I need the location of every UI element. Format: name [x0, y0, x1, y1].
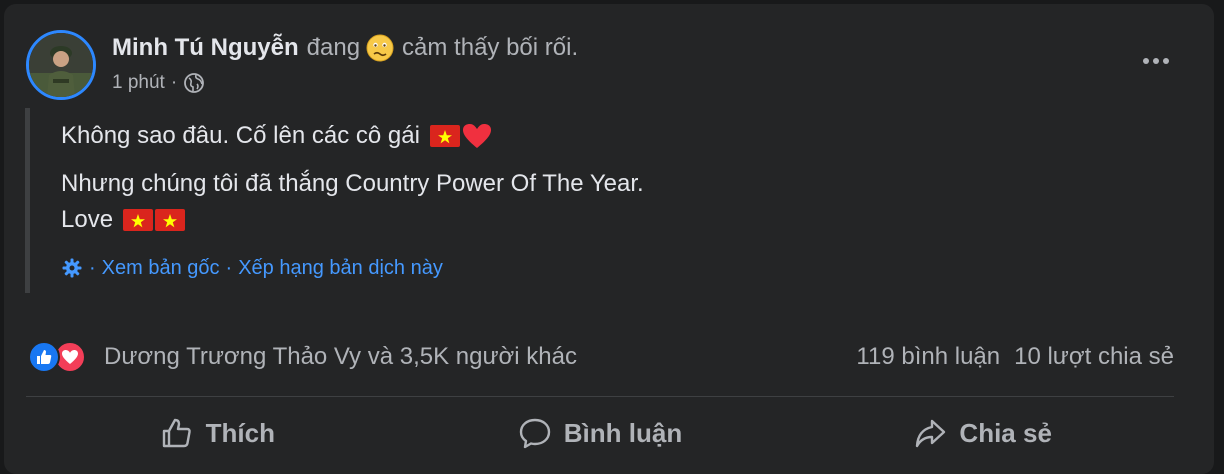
comment-button[interactable]: Bình luận	[409, 404, 792, 462]
translation-bar: · Xem bản gốc · Xếp hạng bản dịch này	[61, 254, 443, 282]
avatar-photo	[29, 33, 93, 97]
more-options-button[interactable]	[1138, 46, 1174, 76]
post-text-line-2: Nhưng chúng tôi đã thắng Country Power O…	[61, 168, 644, 200]
rate-translation-link[interactable]: Xếp hạng bản dịch này	[238, 257, 443, 280]
thumbs-up-icon	[160, 416, 194, 450]
globe-icon[interactable]	[183, 72, 205, 94]
vietnam-flag-icon	[429, 125, 460, 147]
ellipsis-icon	[1143, 58, 1169, 64]
vietnam-flag-icon	[155, 209, 186, 231]
share-count[interactable]: 10 lượt chia sẻ	[1014, 343, 1174, 371]
post-header: Minh Tú Nguyễn đang cảm thấy bối rối.	[112, 30, 578, 66]
meta-separator: ·	[170, 72, 178, 93]
post-text-line-1: Không sao đâu. Cố lên các cô gái	[61, 120, 492, 152]
translation-separator: ·	[225, 256, 233, 279]
vietnam-flag-icon	[123, 209, 154, 231]
reactions-text[interactable]: Dương Trương Thảo Vy và 3,5K người khác	[104, 343, 577, 371]
red-heart-icon	[462, 123, 492, 149]
translation-separator: ·	[89, 256, 96, 279]
like-button[interactable]: Thích	[26, 404, 409, 462]
comment-label: Bình luận	[563, 417, 683, 448]
feeling-text[interactable]: cảm thấy bối rối.	[402, 34, 578, 62]
post-card: Minh Tú Nguyễn đang cảm thấy bối rối. 1 …	[4, 4, 1214, 474]
like-reaction-icon	[28, 341, 60, 373]
post-text-line-3-text: Love	[61, 206, 114, 233]
share-label: Chia sẻ	[959, 417, 1052, 448]
post-text-line-1-text: Không sao đâu. Cố lên các cô gái	[61, 122, 420, 149]
confused-face-icon	[366, 34, 394, 62]
share-button[interactable]: Chia sẻ	[791, 404, 1174, 462]
action-divider	[26, 396, 1174, 397]
activity-verb: đang	[306, 34, 361, 61]
post-text-line-3: Love	[61, 204, 186, 236]
avatar[interactable]	[26, 30, 96, 100]
translation-settings-icon[interactable]	[61, 257, 83, 279]
view-original-link[interactable]: Xem bản gốc	[102, 257, 220, 280]
reaction-summary[interactable]: Dương Trương Thảo Vy và 3,5K người khác	[28, 339, 577, 375]
post-text-line-2-text: Nhưng chúng tôi đã thắng Country Power O…	[61, 170, 644, 197]
engagement-counts: 119 bình luận 10 lượt chia sẻ	[856, 339, 1174, 375]
comment-count[interactable]: 119 bình luận	[856, 343, 1000, 371]
timestamp[interactable]: 1 phút	[112, 72, 165, 94]
post-meta: 1 phút ·	[112, 70, 205, 96]
like-label: Thích	[205, 417, 275, 448]
translation-quote-bar	[25, 108, 30, 293]
comment-bubble-icon	[518, 416, 552, 450]
action-bar: Thích Bình luận Chia sẻ	[26, 404, 1174, 462]
author-name[interactable]: Minh Tú Nguyễn	[112, 34, 299, 62]
share-arrow-icon	[913, 416, 947, 450]
